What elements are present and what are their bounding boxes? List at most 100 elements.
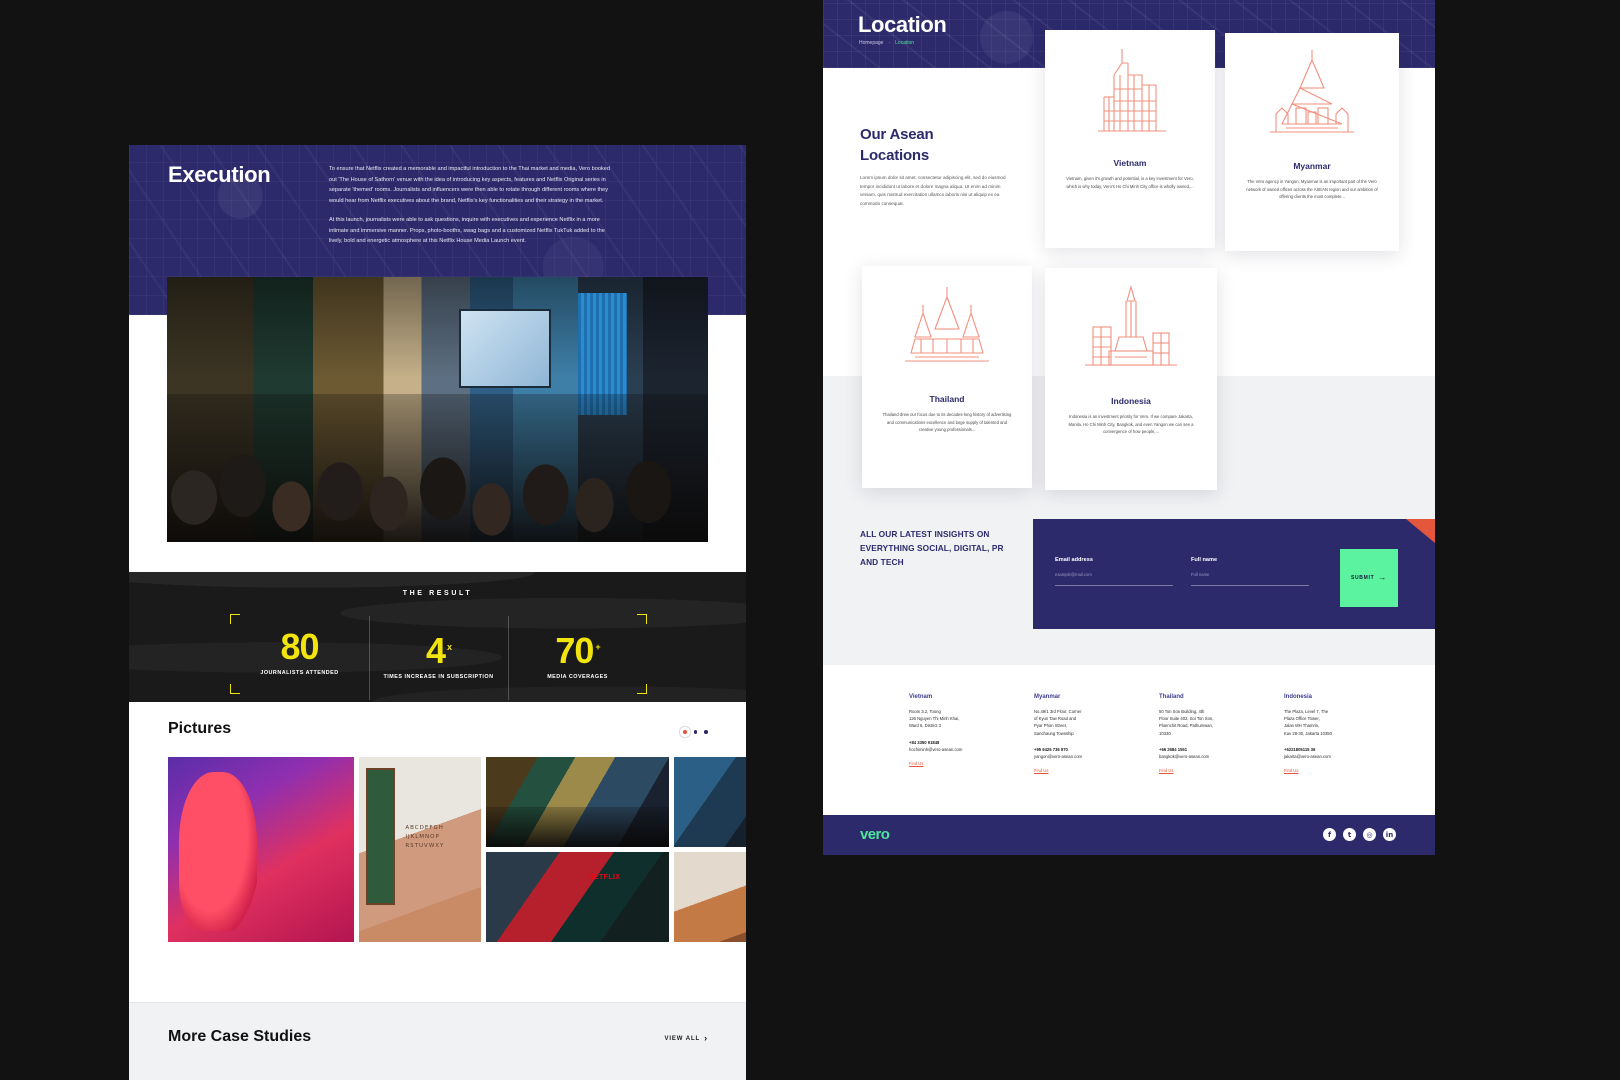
office-address-line: Floor Suite 402, Soi Ton Son,: [1159, 716, 1214, 722]
office-address-line: 50 Ton Son Building, 4th: [1159, 709, 1205, 714]
office-email[interactable]: hochiminh@vero-asean.com: [909, 747, 1034, 752]
location-card-description: The Vero agency in Yangon, Myanmar is an…: [1246, 179, 1378, 200]
linkedin-icon[interactable]: in: [1383, 828, 1396, 841]
office-country: Myanmar: [1034, 694, 1061, 700]
office-address-line: 10330: [1159, 730, 1171, 736]
office-phone[interactable]: +6221805115 36: [1284, 747, 1409, 752]
email-field-group[interactable]: Email address example@mail.com: [1055, 557, 1173, 586]
twitter-icon[interactable]: t: [1343, 828, 1356, 841]
result-stats-section: THE RESULT 80 JOURNALISTS ATTENDED 4x TI…: [129, 572, 746, 702]
breadcrumb-current: Location: [895, 40, 915, 46]
gallery-image-6[interactable]: [674, 852, 746, 942]
vietnam-skyscraper-icon: [1098, 49, 1166, 132]
facebook-icon[interactable]: f: [1323, 828, 1336, 841]
gallery-image-2[interactable]: [486, 757, 669, 847]
view-all-link[interactable]: VIEW ALL ›: [664, 1034, 708, 1043]
fullname-field-underline: [1191, 585, 1309, 586]
social-links: f t ◎ in: [1323, 828, 1396, 841]
office-address-line: Plaza Office Tower,: [1284, 716, 1320, 722]
office-address-line: Pyar Phon Street,: [1034, 723, 1068, 729]
fullname-field-label: Full name: [1191, 557, 1218, 563]
office-country: Indonesia: [1284, 694, 1313, 700]
stat-value: 70 +: [555, 630, 600, 671]
pictures-section: Pictures: [129, 702, 746, 1002]
office-address-line: of Kyun Taw Road and: [1034, 716, 1077, 722]
stat-item: 4x TIMES INCREASE IN SUBSCRIPTION: [369, 616, 508, 700]
office-vietnam: Vietnam Room 3.2, Toong 126 Nguyen Thi M…: [909, 694, 1034, 777]
location-page-mockup: Location Homepage - Location Our Asean L…: [823, 0, 1435, 855]
office-country: Thailand: [1159, 694, 1184, 700]
more-case-studies-title: More Case Studies: [168, 1028, 312, 1045]
location-card-description: Indonesia is an investment priority for …: [1068, 414, 1194, 435]
asean-heading-line1: Our Asean: [860, 126, 934, 143]
office-address-line: Room 3.2, Toong: [909, 709, 941, 714]
office-address-line: 126 Nguyen Thi Minh Khai,: [909, 716, 960, 722]
view-all-label: VIEW ALL: [664, 1035, 701, 1042]
email-field-underline: [1055, 585, 1173, 586]
carousel-dot-1[interactable]: [683, 730, 687, 734]
location-card-vietnam[interactable]: Vietnam Vietnam, given it's growth and p…: [1045, 30, 1215, 248]
gallery-image-4[interactable]: [359, 757, 481, 942]
email-input[interactable]: example@mail.com: [1055, 572, 1173, 577]
execution-title: Execution: [168, 162, 271, 187]
location-card-description: Vietnam, given it's growth and potential…: [1066, 176, 1194, 189]
office-address-line: Jalan MH Thamrin,: [1284, 723, 1320, 729]
asean-intro-text: Lorem ipsum dolor sit amet, consectetur …: [860, 175, 1006, 206]
instagram-icon[interactable]: ◎: [1363, 828, 1376, 841]
stat-superscript: x: [447, 642, 452, 652]
gallery-image-3[interactable]: [486, 852, 669, 942]
office-country: Vietnam: [909, 694, 933, 700]
execution-paragraph-2: At this launch, journalists were able to…: [329, 217, 605, 244]
footer-offices-card: Vietnam Room 3.2, Toong 126 Nguyen Thi M…: [862, 668, 1435, 815]
stat-value: 4x: [425, 630, 452, 671]
fullname-input[interactable]: Full name: [1191, 572, 1309, 577]
office-phone[interactable]: +95 9425 736 970: [1034, 747, 1159, 752]
office-email[interactable]: yangon@vero-asean.com: [1034, 754, 1159, 759]
office-email[interactable]: bangkok@vero-asean.com: [1159, 754, 1284, 759]
location-card-name: Thailand: [929, 394, 965, 404]
execution-event-photo: [167, 277, 708, 542]
stat-caption: MEDIA COVERAGES: [547, 674, 608, 680]
find-us-link[interactable]: Find Us: [1284, 768, 1298, 773]
carousel-dot-2[interactable]: [693, 730, 698, 734]
office-indonesia: Indonesia The Plaza, Level 7, The Plaza …: [1284, 694, 1409, 777]
carousel-dot-3[interactable]: [704, 730, 708, 734]
office-address-columns: Vietnam Room 3.2, Toong 126 Nguyen Thi M…: [909, 694, 1415, 777]
find-us-link[interactable]: Find Us: [909, 761, 923, 766]
office-address-line: Kav 28-30, Jakarta 10350: [1284, 730, 1332, 736]
office-address-line: The Plaza, Level 7, The: [1284, 709, 1329, 714]
office-phone[interactable]: +66 2684 1551: [1159, 747, 1284, 752]
office-phone[interactable]: +84 3350 91848: [909, 740, 1034, 745]
gallery-image-1[interactable]: [168, 757, 354, 942]
breadcrumb-home[interactable]: Homepage: [859, 40, 883, 46]
pictures-title: Pictures: [168, 720, 232, 737]
location-card-indonesia[interactable]: Indonesia Indonesia is an investment pri…: [1045, 268, 1217, 490]
newsletter-heading: ALL OUR LATEST INSIGHTS ON EVERYTHING SO…: [860, 529, 1004, 567]
stats-row: 80 JOURNALISTS ATTENDED 4x TIMES INCREAS…: [230, 616, 647, 700]
submit-button[interactable]: SUBMIT →: [1340, 549, 1398, 607]
office-myanmar: Myanmar No.49/1 3rd Floor, Corner of Kyu…: [1034, 694, 1159, 777]
office-email[interactable]: jakarta@vero-asean.com: [1284, 754, 1409, 759]
indonesia-illustration: [1045, 268, 1217, 394]
submit-label: SUBMIT: [1350, 575, 1375, 581]
location-card-thailand[interactable]: Thailand Thailand drew our focus due to …: [862, 266, 1032, 488]
picture-gallery-grid: [168, 757, 746, 942]
gallery-image-5[interactable]: [674, 757, 746, 847]
carousel-dots[interactable]: [683, 730, 708, 734]
execution-paragraph-1: To ensure that Netflix created a memorab…: [329, 166, 610, 204]
stat-item: 70 + MEDIA COVERAGES: [508, 616, 647, 700]
location-card-description: Thailand drew our focus due to its decad…: [882, 412, 1012, 433]
vietnam-illustration: [1045, 30, 1215, 156]
location-card-name: Indonesia: [1111, 396, 1151, 406]
myanmar-pagoda-icon: [1270, 50, 1354, 133]
fullname-field-group[interactable]: Full name Full name: [1191, 557, 1309, 586]
vero-logo[interactable]: vero: [860, 826, 890, 843]
myanmar-illustration: [1225, 33, 1399, 159]
result-label: THE RESULT: [402, 590, 473, 597]
location-card-myanmar[interactable]: Myanmar The Vero agency in Yangon, Myanm…: [1225, 33, 1399, 251]
location-card-name: Vietnam: [1113, 158, 1147, 168]
stat-caption: JOURNALISTS ATTENDED: [260, 670, 339, 676]
photo-presentation-screen: [459, 308, 552, 389]
find-us-link[interactable]: Find Us: [1159, 768, 1173, 773]
find-us-link[interactable]: Find Us: [1034, 768, 1048, 773]
